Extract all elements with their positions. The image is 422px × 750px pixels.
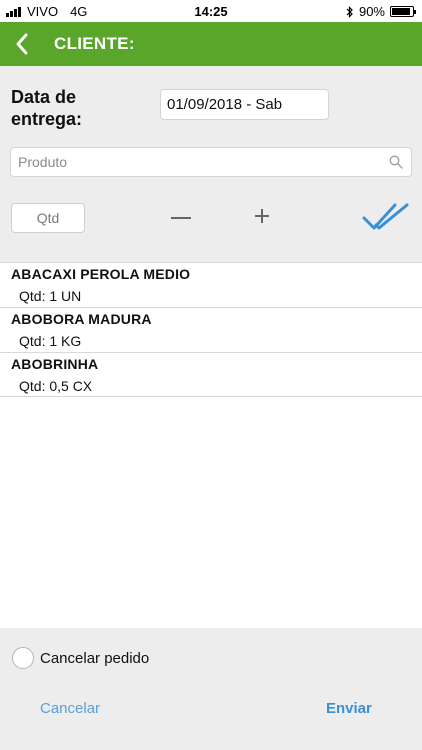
battery-percent: 90% [358,4,385,19]
item-name: ABACAXI PEROLA MEDIO [11,266,191,282]
product-search-input[interactable] [11,148,371,176]
page-title: CLIENTE: [54,34,135,53]
footer: Cancelar pedido Cancelar Enviar [0,628,422,750]
item-qty: Qtd: 0,5 CX [19,378,93,394]
minus-icon[interactable] [168,205,194,231]
double-check-icon[interactable] [362,202,410,234]
battery-icon [390,6,416,17]
item-name: ABOBRINHA [11,356,99,372]
order-form: Data de entrega: 01/09/2018 - Sab Qtd [0,66,422,262]
cancel-button[interactable]: Cancelar [40,700,100,717]
cancel-order-option[interactable]: Cancelar pedido [12,647,149,669]
cancel-order-label: Cancelar pedido [40,649,150,667]
quantity-input[interactable]: Qtd [11,203,85,233]
cancel-order-radio[interactable] [12,647,34,669]
item-qty: Qtd: 1 KG [19,333,82,349]
chevron-left-icon [16,33,28,55]
list-item[interactable]: ABOBORA MADURA Qtd: 1 KG [0,307,422,352]
delivery-date-field[interactable]: 01/09/2018 - Sab [160,89,329,120]
status-bar: VIVO 4G 14:25 90% [0,0,422,22]
battery-fill [392,8,410,15]
product-list: ABACAXI PEROLA MEDIO Qtd: 1 UN ABOBORA M… [0,262,422,397]
list-item[interactable]: ABOBRINHA Qtd: 0,5 CX [0,352,422,397]
delivery-date-label: Data de entrega: [11,87,83,129]
send-button[interactable]: Enviar [326,700,372,717]
status-right: 90% [346,4,416,19]
item-qty: Qtd: 1 UN [19,288,82,304]
search-icon [389,155,403,169]
product-search[interactable] [10,147,412,177]
list-item[interactable]: ABACAXI PEROLA MEDIO Qtd: 1 UN [0,262,422,307]
back-button[interactable] [0,22,44,66]
app-header: CLIENTE: [0,22,422,66]
bluetooth-icon [346,5,353,18]
plus-icon[interactable] [251,205,273,227]
item-name: ABOBORA MADURA [11,311,152,327]
